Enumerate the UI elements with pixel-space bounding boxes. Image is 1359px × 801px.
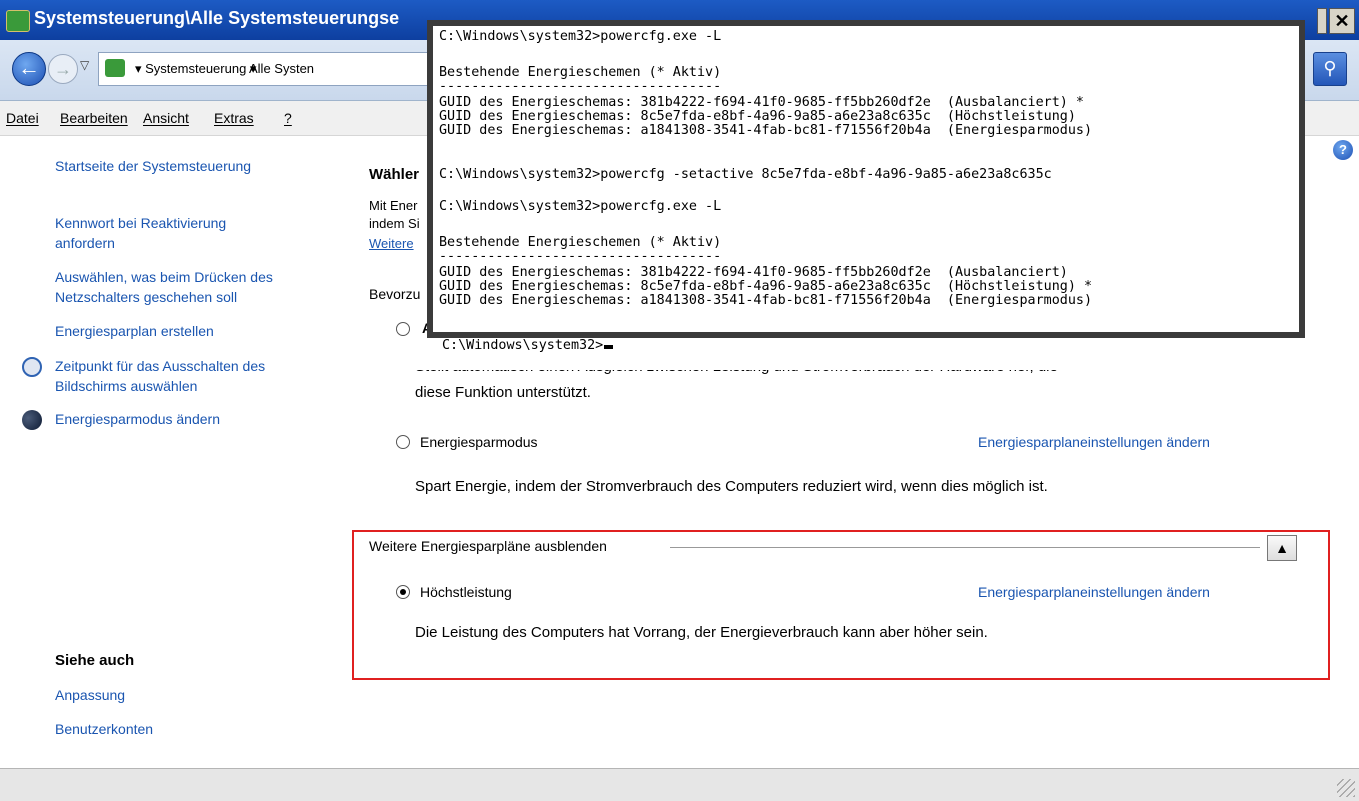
terminal-line: C:\Windows\system32>powercfg.exe -L xyxy=(439,29,722,44)
plan-high-performance-settings-link[interactable]: Energiesparplaneinstellungen ändern xyxy=(978,582,1210,602)
link-power-button-line2[interactable]: Netzschalters geschehen soll xyxy=(55,287,237,307)
control-panel-icon xyxy=(6,10,30,32)
terminal-line: GUID des Energieschemas: 381b4222-f694-4… xyxy=(439,95,1084,110)
close-button[interactable]: ✕ xyxy=(1329,8,1355,34)
preferred-plans-label: Bevorzu xyxy=(369,286,421,302)
link-password-line2[interactable]: anfordern xyxy=(55,233,115,253)
window-title: Systemsteuerung\Alle Systemsteuerungse xyxy=(34,8,400,28)
intro-line2: indem Si xyxy=(369,216,420,231)
divider xyxy=(670,547,1260,548)
menu-extras[interactable]: Extras xyxy=(214,110,254,126)
expander-label[interactable]: Weitere Energiesparpläne ausblenden xyxy=(369,538,607,554)
terminal-line: C:\Windows\system32>powercfg -setactive … xyxy=(439,167,1052,182)
search-icon[interactable]: ⚲ xyxy=(1313,52,1347,86)
radio-high-performance[interactable] xyxy=(396,585,410,599)
breadcrumb-all-items[interactable]: Alle Systen xyxy=(249,61,314,76)
terminal-line: GUID des Energieschemas: 381b4222-f694-4… xyxy=(439,265,1068,280)
breadcrumb-systemsteuerung[interactable]: ▾ Systemsteuerung ▾ xyxy=(135,61,256,77)
plan-energy-saver-settings-link[interactable]: Energiesparplaneinstellungen ändern xyxy=(978,432,1210,452)
plan-energy-saver-desc: Spart Energie, indem der Stromverbrauch … xyxy=(415,478,1048,495)
terminal-line: ----------------------------------- xyxy=(439,249,722,264)
maximize-button[interactable] xyxy=(1317,8,1327,34)
link-sleep[interactable]: Energiesparmodus ändern xyxy=(55,409,220,429)
status-bar xyxy=(0,768,1359,801)
plan-balanced-desc-line2: diese Funktion unterstützt. xyxy=(415,384,591,401)
link-user-accounts[interactable]: Benutzerkonten xyxy=(55,719,153,739)
clock-icon xyxy=(22,357,42,377)
back-arrow-icon[interactable]: ← xyxy=(12,52,46,86)
page-heading: Wähler xyxy=(369,166,420,183)
menu-view[interactable]: Ansicht xyxy=(143,110,189,126)
link-display-off-line1[interactable]: Zeitpunkt für das Ausschalten des xyxy=(55,356,265,376)
menu-help[interactable]: ? xyxy=(284,110,292,126)
link-power-button-line1[interactable]: Auswählen, was beim Drücken des xyxy=(55,267,273,287)
resize-grip-icon[interactable] xyxy=(1337,779,1355,797)
cursor xyxy=(604,345,614,349)
terminal-line: Bestehende Energieschemen (* Aktiv) xyxy=(439,65,722,80)
terminal-prompt-text: C:\Windows\system32> xyxy=(442,338,604,353)
more-info-link[interactable]: Weitere xyxy=(369,234,414,254)
radio-balanced[interactable] xyxy=(396,322,410,336)
forward-arrow-icon[interactable]: → xyxy=(48,54,78,84)
terminal-line: GUID des Energieschemas: a1841308-3541-4… xyxy=(439,293,1093,308)
link-home[interactable]: Startseite der Systemsteuerung xyxy=(55,156,251,176)
menu-file[interactable]: Datei xyxy=(6,110,39,126)
history-dropdown-icon[interactable]: ▽ xyxy=(80,58,89,72)
link-password-line1[interactable]: Kennwort bei Reaktivierung xyxy=(55,213,226,233)
link-personalize[interactable]: Anpassung xyxy=(55,685,125,705)
terminal-line: ----------------------------------- xyxy=(439,79,722,94)
moon-icon xyxy=(22,410,42,430)
terminal-line: GUID des Energieschemas: a1841308-3541-4… xyxy=(439,123,1093,138)
intro-line1: Mit Ener xyxy=(369,198,418,213)
plan-high-performance-label: Höchstleistung xyxy=(420,584,512,600)
terminal-line: Bestehende Energieschemen (* Aktiv) xyxy=(439,235,722,250)
help-icon[interactable]: ? xyxy=(1333,140,1353,160)
terminal-line: GUID des Energieschemas: 8c5e7fda-e8bf-4… xyxy=(439,109,1076,124)
link-display-off-line2[interactable]: Bildschirms auswählen xyxy=(55,376,197,396)
command-prompt-window: C:\Windows\system32>powercfg.exe -L Best… xyxy=(427,20,1305,338)
link-create-plan[interactable]: Energiesparplan erstellen xyxy=(55,321,214,341)
radio-energy-saver[interactable] xyxy=(396,435,410,449)
plan-high-performance-desc: Die Leistung des Computers hat Vorrang, … xyxy=(415,624,988,641)
control-panel-icon xyxy=(105,59,125,77)
terminal-line: GUID des Energieschemas: 8c5e7fda-e8bf-4… xyxy=(439,279,1093,294)
menu-edit[interactable]: Bearbeiten xyxy=(60,110,128,126)
collapse-arrow-icon[interactable]: ▲ xyxy=(1267,535,1297,561)
plan-balanced-desc-line1: Stellt automatisch einen Ausgleich zwisc… xyxy=(415,358,1058,375)
see-also-heading: Siehe auch xyxy=(55,652,135,669)
terminal-prompt[interactable]: C:\Windows\system32> xyxy=(440,338,616,353)
plan-energy-saver-label: Energiesparmodus xyxy=(420,434,538,450)
terminal-line: C:\Windows\system32>powercfg.exe -L xyxy=(439,199,722,214)
